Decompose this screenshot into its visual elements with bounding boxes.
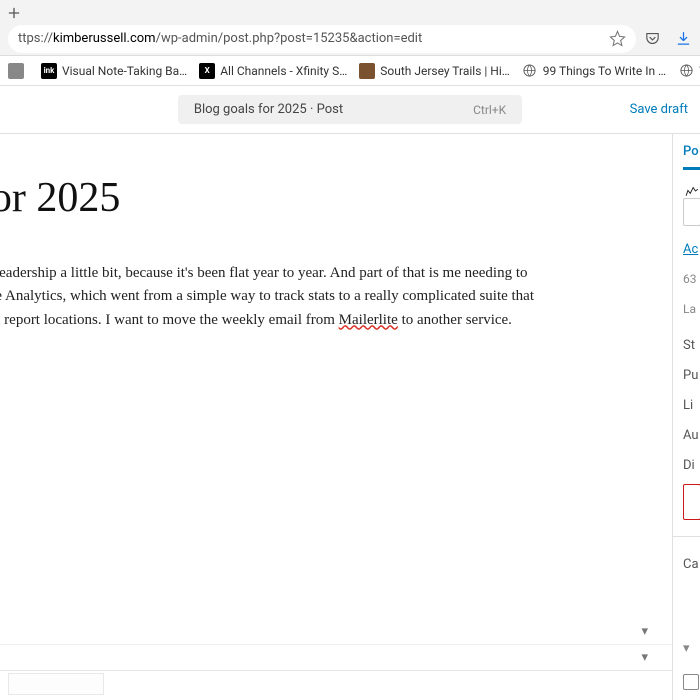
chevron-down-icon[interactable]: ▾ [641, 650, 648, 665]
block-placeholder[interactable] [8, 673, 104, 695]
command-palette-button[interactable]: Blog goals for 2025 · Post Ctrl+K [178, 95, 522, 124]
sidebar-status[interactable]: St [683, 330, 700, 360]
collapse-row: ▾ [0, 618, 672, 644]
bookmark-label: 99 Things To Write In … [543, 64, 666, 78]
favicon-icon [359, 63, 375, 79]
collapse-row: ▾ [0, 644, 672, 670]
save-draft-button[interactable]: Save draft [630, 102, 688, 117]
bookmark-item[interactable]: WikipediaSearch [678, 63, 700, 79]
document-title: Blog goals for 2025 · Post [194, 102, 343, 117]
spelling-error[interactable]: Mailerlite [339, 312, 398, 328]
sidebar-action-link[interactable]: Ac [683, 234, 700, 264]
sidebar-trash-button[interactable] [683, 484, 700, 520]
sidebar-link[interactable]: Li [683, 390, 700, 420]
chevron-down-icon[interactable]: ▾ [683, 641, 700, 656]
tab-post[interactable]: Po [683, 144, 700, 170]
sidebar-discussion[interactable]: Di [683, 450, 700, 480]
bookmarks-bar: ink Visual Note-Taking Ba… X All Channel… [0, 56, 700, 86]
globe-icon [522, 63, 538, 79]
block-inserter-hint [0, 670, 672, 700]
sidebar-input[interactable] [683, 198, 700, 226]
bookmark-item[interactable] [8, 63, 29, 79]
divider [673, 536, 700, 537]
keyboard-shortcut: Ctrl+K [473, 103, 506, 117]
bookmark-star-icon[interactable] [609, 30, 626, 47]
sidebar-categories[interactable]: Ca [683, 549, 700, 579]
editor-canvas[interactable]: s for 2025 ow the readership a little bi… [0, 134, 672, 700]
visibility-icon[interactable] [683, 184, 700, 198]
bookmark-label: All Channels - Xfinity S… [220, 64, 347, 78]
post-title[interactable]: s for 2025 [0, 174, 662, 222]
bookmark-item[interactable]: ink Visual Note-Taking Ba… [41, 63, 187, 79]
favicon-icon [8, 63, 24, 79]
new-tab-button[interactable] [4, 3, 24, 23]
sidebar-last-edited: La [683, 294, 700, 324]
chevron-down-icon[interactable]: ▾ [641, 624, 648, 639]
settings-sidebar: Po Ac 63 La St Pu Li Au Di Ca ▾ [672, 134, 700, 700]
checkbox[interactable] [683, 674, 699, 690]
url-text: ttps://kimberussell.com/wp-admin/post.ph… [18, 31, 609, 46]
sidebar-author[interactable]: Au [683, 420, 700, 450]
pocket-icon[interactable] [644, 30, 661, 47]
post-paragraph[interactable]: ow the readership a little bit, because … [0, 262, 662, 332]
globe-icon [678, 63, 694, 79]
favicon-icon: ink [41, 63, 57, 79]
url-bar[interactable]: ttps://kimberussell.com/wp-admin/post.ph… [8, 25, 636, 53]
download-icon[interactable] [675, 30, 692, 47]
bookmark-item[interactable]: X All Channels - Xfinity S… [199, 63, 347, 79]
bookmark-item[interactable]: 99 Things To Write In … [522, 63, 666, 79]
sidebar-publish[interactable]: Pu [683, 360, 700, 390]
favicon-icon: X [199, 63, 215, 79]
bookmark-label: South Jersey Trails | Hi… [380, 64, 510, 78]
sidebar-word-count: 63 [683, 264, 700, 294]
bookmark-label: Visual Note-Taking Ba… [62, 64, 187, 78]
bookmark-item[interactable]: South Jersey Trails | Hi… [359, 63, 510, 79]
